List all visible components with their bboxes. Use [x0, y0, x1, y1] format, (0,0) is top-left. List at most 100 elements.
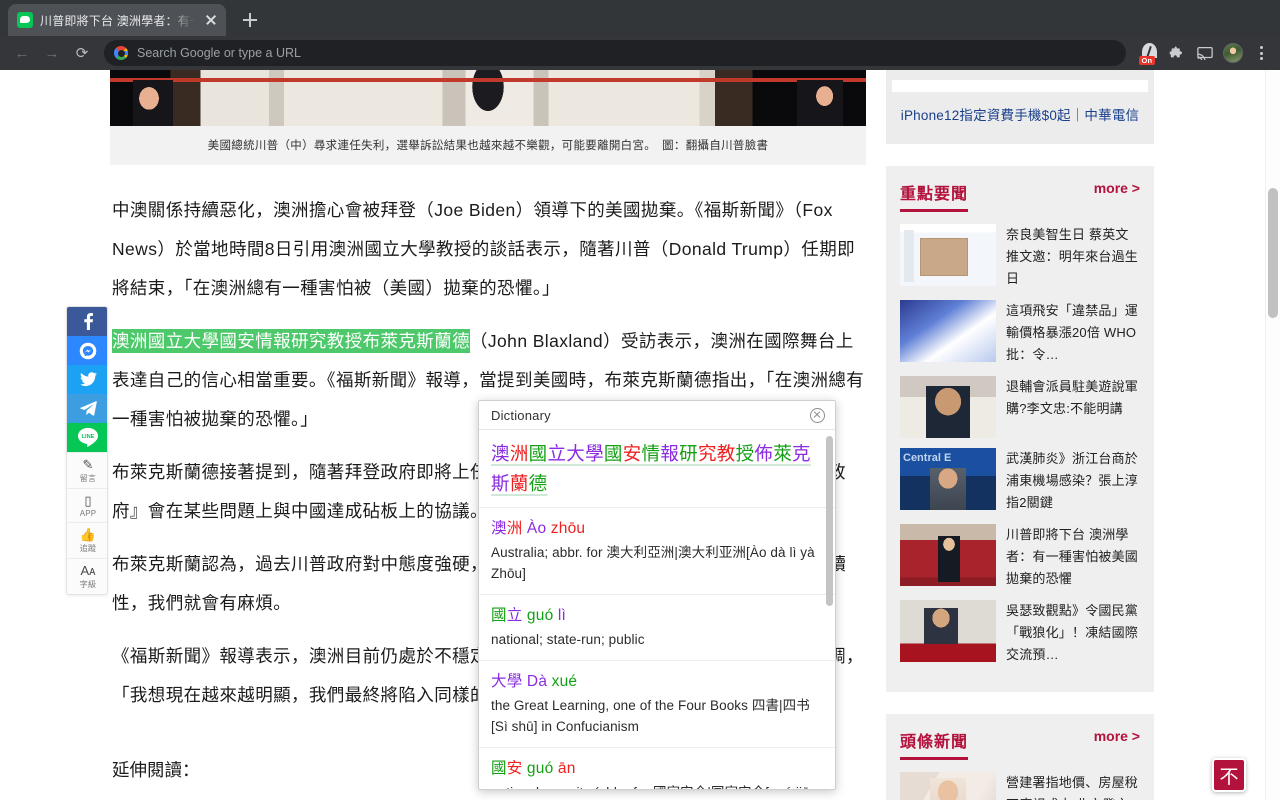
news-thumbnail: [900, 772, 996, 800]
thumbs-up-icon: 👍: [79, 527, 97, 542]
news-item-title: 武漢肺炎》浙江台商於浦東機場感染？張上淳指2關鍵: [1006, 451, 1139, 510]
follow-tool[interactable]: 👍 追蹤: [67, 522, 107, 558]
dictionary-header: Dictionary: [479, 401, 835, 430]
font-size-tool[interactable]: Aᴀ 字級: [67, 558, 107, 594]
scrollbar-thumb[interactable]: [1268, 188, 1278, 318]
back-to-top-button[interactable]: 不: [1212, 758, 1246, 792]
news-section-title: 頭條新聞: [900, 728, 969, 760]
browser-toolbar: ← → ⟳ Search Google or type a URL On: [0, 36, 1280, 70]
facebook-share-button[interactable]: [67, 307, 107, 336]
dictionary-headword: 澳洲國立大學國安情報研究教授佈萊克斯蘭德: [479, 430, 835, 508]
page-scrollbar[interactable]: [1265, 70, 1280, 800]
entry-1-headword: 國立 guó lì: [491, 604, 823, 627]
news-more-link[interactable]: more >: [1094, 728, 1140, 744]
social-share-rail: LINE ✎ 留言 ▯ APP 👍 追蹤 Aᴀ 字級: [66, 306, 108, 595]
news-section-headlines: 頭條新聞 more > 營建署指地價、房屋稅不應視成本 北市發言人質疑：… 遺憾…: [886, 714, 1154, 800]
extension-on-icon[interactable]: On: [1138, 42, 1160, 65]
entry-2-head-char-1: 學: [506, 673, 523, 690]
article-hero-image: [110, 70, 866, 126]
news-section-top-stories: 重點要聞 more > 奈良美智生日 蔡英文推文邀：明年來台過生日 這項飛安「違…: [886, 166, 1154, 692]
cast-icon[interactable]: [1194, 42, 1216, 64]
entry-3-head-char-0: 國: [491, 760, 507, 777]
headword-char-8: 情: [641, 443, 661, 464]
list-item[interactable]: 奈良美智生日 蔡英文推文邀：明年來台過生日: [900, 224, 1140, 290]
dictionary-scrollbar[interactable]: [826, 436, 833, 781]
entry-2-definition: the Great Learning, one of the Four Book…: [491, 698, 810, 734]
news-thumbnail: [900, 600, 996, 662]
twitter-share-button[interactable]: [67, 365, 107, 394]
headword-char-18: 蘭: [509, 473, 529, 494]
pencil-icon: ✎: [82, 457, 94, 472]
news-item-title: 吳瑟致觀點》令國民黨「戰狼化」！凍結國際交流預…: [1006, 603, 1139, 662]
entry-0-pinyin-1: zhōu: [550, 520, 586, 537]
news-sidebar: iPhone12指定資費手機$0起｜中華電信 重點要聞 more > 奈良美智生…: [886, 70, 1154, 800]
back-icon[interactable]: ←: [8, 39, 36, 67]
dictionary-body: 澳洲國立大學國安情報研究教授佈萊克斯蘭德 澳洲 Ào zhōu Australi…: [479, 430, 835, 789]
headword-char-19: 德: [528, 473, 548, 494]
selected-text-highlight[interactable]: 澳洲國立大學國安情報研究教授布萊克斯蘭德: [112, 329, 470, 353]
line-share-button[interactable]: LINE: [67, 423, 107, 452]
news-thumbnail: [900, 524, 996, 586]
entry-0-head-char-0: 澳: [491, 520, 507, 537]
font-size-icon: Aᴀ: [80, 563, 96, 578]
advertisement-card[interactable]: iPhone12指定資費手機$0起｜中華電信: [886, 70, 1154, 144]
app-tool-label: APP: [79, 509, 97, 518]
comment-tool[interactable]: ✎ 留言: [67, 452, 107, 488]
new-tab-button[interactable]: [236, 6, 264, 34]
extension-on-badge: On: [1139, 56, 1155, 65]
list-item[interactable]: 武漢肺炎》浙江台商於浦東機場感染？張上淳指2關鍵: [900, 448, 1140, 514]
extensions-puzzle-icon[interactable]: [1166, 42, 1188, 64]
entry-1-pinyin-0: guó: [526, 607, 554, 624]
forward-icon[interactable]: →: [38, 39, 66, 67]
chrome-menu-icon[interactable]: [1250, 42, 1272, 64]
headword-char-10: 研: [679, 443, 698, 464]
headword-char-3: 立: [547, 443, 567, 464]
news-item-title: 川普即將下台 澳洲學者：有一種害怕被美國拋棄的恐懼: [1006, 527, 1139, 586]
dictionary-entry[interactable]: 澳洲 Ào zhōu Australia; abbr. for 澳大利亞洲|澳大…: [479, 508, 835, 595]
browser-window: 川普即將下台 澳洲學者：有一種 ← → ⟳ Search Google or t…: [0, 0, 1280, 800]
news-more-link[interactable]: more >: [1094, 180, 1140, 196]
list-item[interactable]: 這項飛安「違禁品」運輸價格暴漲20倍 WHO批：令…: [900, 300, 1140, 366]
browser-tab[interactable]: 川普即將下台 澳洲學者：有一種: [8, 4, 226, 36]
headword-char-13: 授: [735, 443, 755, 464]
ad-text[interactable]: iPhone12指定資費手機$0起｜中華電信: [886, 104, 1154, 124]
entry-1-pinyin-1: lì: [557, 607, 567, 624]
avatar: [1223, 43, 1243, 63]
headword-char-5: 學: [585, 443, 604, 464]
list-item[interactable]: 退輔會派員駐美遊說軍購?李文忠:不能明講: [900, 376, 1140, 438]
entry-0-pinyin-0: Ào: [526, 520, 547, 537]
close-icon[interactable]: [810, 407, 825, 423]
entry-1-head-char-1: 立: [506, 607, 523, 624]
headword-char-7: 安: [622, 443, 642, 464]
telegram-share-button[interactable]: [67, 394, 107, 423]
app-tool[interactable]: ▯ APP: [67, 488, 107, 522]
dictionary-entry[interactable]: 國立 guó lì national; state-run; public: [479, 595, 835, 661]
entry-3-head-char-1: 安: [506, 760, 523, 777]
dictionary-entry[interactable]: 大學 Dà xué the Great Learning, one of the…: [479, 661, 835, 748]
news-thumbnail: [900, 376, 996, 438]
list-item[interactable]: 營建署指地價、房屋稅不應視成本 北市發言人質疑：…: [900, 772, 1140, 800]
entry-2-pinyin-1: xué: [551, 673, 578, 690]
news-thumbnail: [900, 448, 996, 510]
list-item[interactable]: 吳瑟致觀點》令國民黨「戰狼化」！凍結國際交流預…: [900, 600, 1140, 666]
messenger-share-button[interactable]: [67, 336, 107, 365]
entry-0-headword: 澳洲 Ào zhōu: [491, 517, 823, 540]
image-caption: 美國總統川普（中）尋求連任失利，選舉訴訟結果也越來越不樂觀，可能要離開白宮。 圖…: [110, 126, 866, 165]
headword-char-15: 萊: [773, 443, 792, 464]
headword-char-11: 究: [697, 443, 717, 464]
profile-avatar[interactable]: [1222, 42, 1244, 64]
paragraph: 中澳關係持續惡化，澳洲擔心會被拜登（Joe Biden）領導下的美國拋棄。《福斯…: [112, 200, 856, 298]
tab-strip: 川普即將下台 澳洲學者：有一種: [0, 0, 1280, 36]
news-item-title: 退輔會派員駐美遊說軍購?李文忠:不能明講: [1006, 379, 1139, 416]
headword-char-1: 洲: [509, 443, 529, 464]
headword-char-16: 克: [792, 443, 811, 464]
dictionary-entry[interactable]: 國安 guó ān national security (abbr. for 國…: [479, 748, 835, 789]
entry-0-head-char-1: 洲: [506, 520, 523, 537]
reload-icon[interactable]: ⟳: [68, 39, 96, 67]
list-item[interactable]: 川普即將下台 澳洲學者：有一種害怕被美國拋棄的恐懼: [900, 524, 1140, 590]
scrollbar-thumb[interactable]: [826, 436, 833, 606]
entry-2-head-char-0: 大: [491, 673, 507, 690]
dictionary-popup[interactable]: Dictionary 澳洲國立大學國安情報研究教授佈萊克斯蘭德 澳洲 Ào zh…: [478, 400, 836, 790]
close-icon[interactable]: [202, 11, 220, 29]
address-bar[interactable]: Search Google or type a URL: [104, 40, 1126, 66]
